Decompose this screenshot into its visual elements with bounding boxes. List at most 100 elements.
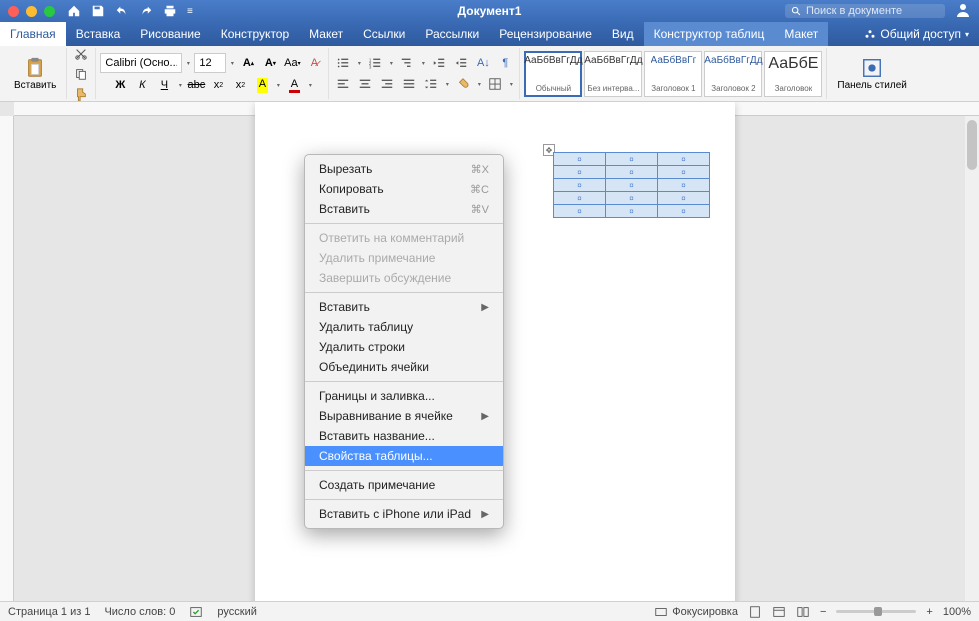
tab-5[interactable]: Ссылки xyxy=(353,22,415,46)
vertical-ruler[interactable] xyxy=(0,116,14,601)
redo-icon[interactable] xyxy=(139,4,153,18)
size-dropdown-icon[interactable]: ▾ xyxy=(228,54,236,72)
sort-button[interactable]: A↓ xyxy=(473,54,493,72)
table-cell[interactable]: ¤ xyxy=(658,192,710,205)
word-count[interactable]: Число слов: 0 xyxy=(104,606,175,618)
zoom-in-button[interactable]: + xyxy=(926,606,932,618)
font-select[interactable] xyxy=(100,53,182,73)
show-marks-button[interactable]: ¶ xyxy=(495,54,515,72)
numbering-button[interactable]: 123 xyxy=(365,54,385,72)
tab-3[interactable]: Конструктор xyxy=(211,22,299,46)
bold-button[interactable]: Ж xyxy=(110,76,130,94)
table-cell[interactable]: ¤ xyxy=(554,179,606,192)
user-icon[interactable] xyxy=(955,2,971,21)
context-item-9[interactable]: Удалить таблицу xyxy=(305,317,503,337)
increase-indent-button[interactable] xyxy=(451,54,471,72)
table-cell[interactable]: ¤ xyxy=(606,166,658,179)
tab-7[interactable]: Рецензирование xyxy=(489,22,602,46)
home-icon[interactable] xyxy=(67,4,81,18)
tab-0[interactable]: Главная xyxy=(0,22,66,46)
shrink-font-button[interactable]: A▾ xyxy=(260,54,280,72)
context-item-14[interactable]: Выравнивание в ячейке▶ xyxy=(305,406,503,426)
justify-button[interactable] xyxy=(399,75,419,93)
language-indicator[interactable]: русский xyxy=(217,606,256,618)
align-right-button[interactable] xyxy=(377,75,397,93)
minimize-window-button[interactable] xyxy=(26,6,37,17)
context-item-18[interactable]: Создать примечание xyxy=(305,475,503,495)
styles-pane-button[interactable]: Панель стилей xyxy=(831,55,912,93)
table-cell[interactable]: ¤ xyxy=(658,179,710,192)
page-indicator[interactable]: Страница 1 из 1 xyxy=(8,606,90,618)
context-item-11[interactable]: Объединить ячейки xyxy=(305,357,503,377)
zoom-level[interactable]: 100% xyxy=(943,606,971,618)
font-color-button[interactable]: A xyxy=(284,76,304,94)
document-table[interactable]: ¤¤¤¤¤¤¤¤¤¤¤¤¤¤¤ xyxy=(553,152,710,218)
tab-2[interactable]: Рисование xyxy=(130,22,210,46)
superscript-button[interactable]: x2 xyxy=(230,76,250,94)
context-item-16[interactable]: Свойства таблицы... xyxy=(305,446,503,466)
clear-formatting-button[interactable]: A̷ xyxy=(304,54,324,72)
multilevel-button[interactable] xyxy=(397,54,417,72)
context-item-2[interactable]: Вставить⌘V xyxy=(305,199,503,219)
outline-view-button[interactable] xyxy=(796,605,810,619)
table-cell[interactable]: ¤ xyxy=(554,192,606,205)
context-item-15[interactable]: Вставить название... xyxy=(305,426,503,446)
table-cell[interactable]: ¤ xyxy=(658,205,710,218)
table-cell[interactable]: ¤ xyxy=(658,166,710,179)
style-item-0[interactable]: АаБбВвГгДдОбычный xyxy=(524,51,582,97)
shading-button[interactable] xyxy=(453,75,473,93)
borders-button[interactable] xyxy=(485,75,505,93)
paste-button[interactable]: Вставить xyxy=(8,55,62,93)
context-item-1[interactable]: Копировать⌘C xyxy=(305,179,503,199)
subscript-button[interactable]: x2 xyxy=(208,76,228,94)
context-item-0[interactable]: Вырезать⌘X xyxy=(305,159,503,179)
format-painter-button[interactable] xyxy=(71,86,91,102)
strikethrough-button[interactable]: abc xyxy=(186,76,206,94)
italic-button[interactable]: К xyxy=(132,76,152,94)
align-center-button[interactable] xyxy=(355,75,375,93)
table-cell[interactable]: ¤ xyxy=(606,153,658,166)
tab-6[interactable]: Рассылки xyxy=(415,22,489,46)
close-window-button[interactable] xyxy=(8,6,19,17)
bullets-button[interactable] xyxy=(333,54,353,72)
font-dropdown-icon[interactable]: ▾ xyxy=(184,54,192,72)
style-item-3[interactable]: АаБбВвГгДдЗаголовок 2 xyxy=(704,51,762,97)
print-layout-button[interactable] xyxy=(748,605,762,619)
cut-button[interactable] xyxy=(71,46,91,62)
table-cell[interactable]: ¤ xyxy=(606,179,658,192)
style-item-2[interactable]: АаБбВвГгЗаголовок 1 xyxy=(644,51,702,97)
tab-9[interactable]: Конструктор таблиц xyxy=(644,22,775,46)
table-cell[interactable]: ¤ xyxy=(658,153,710,166)
tab-10[interactable]: Макет xyxy=(774,22,828,46)
qat-customize-icon[interactable]: ≡ xyxy=(187,6,193,17)
tab-1[interactable]: Вставка xyxy=(66,22,131,46)
table-cell[interactable]: ¤ xyxy=(606,192,658,205)
context-item-20[interactable]: Вставить с iPhone или iPad▶ xyxy=(305,504,503,524)
web-layout-button[interactable] xyxy=(772,605,786,619)
vertical-scrollbar[interactable] xyxy=(965,116,979,601)
underline-button[interactable]: Ч xyxy=(154,76,174,94)
search-input[interactable]: Поиск в документе xyxy=(785,4,945,18)
tab-4[interactable]: Макет xyxy=(299,22,353,46)
table-cell[interactable]: ¤ xyxy=(554,166,606,179)
spellcheck-button[interactable] xyxy=(189,605,203,619)
maximize-window-button[interactable] xyxy=(44,6,55,17)
table-cell[interactable]: ¤ xyxy=(554,205,606,218)
context-item-8[interactable]: Вставить▶ xyxy=(305,297,503,317)
table-cell[interactable]: ¤ xyxy=(606,205,658,218)
align-left-button[interactable] xyxy=(333,75,353,93)
share-button[interactable]: Общий доступ ▾ xyxy=(854,22,979,46)
highlight-button[interactable]: A xyxy=(252,76,272,94)
style-item-4[interactable]: АаБбЕЗаголовок xyxy=(764,51,822,97)
context-item-10[interactable]: Удалить строки xyxy=(305,337,503,357)
decrease-indent-button[interactable] xyxy=(429,54,449,72)
zoom-slider[interactable] xyxy=(836,610,916,613)
font-size-select[interactable] xyxy=(194,53,226,73)
change-case-button[interactable]: Aa▾ xyxy=(282,54,302,72)
print-icon[interactable] xyxy=(163,4,177,18)
style-item-1[interactable]: АаБбВвГгДдБез интерва... xyxy=(584,51,642,97)
copy-button[interactable] xyxy=(71,66,91,82)
grow-font-button[interactable]: A▴ xyxy=(238,54,258,72)
tab-8[interactable]: Вид xyxy=(602,22,644,46)
context-item-13[interactable]: Границы и заливка... xyxy=(305,386,503,406)
